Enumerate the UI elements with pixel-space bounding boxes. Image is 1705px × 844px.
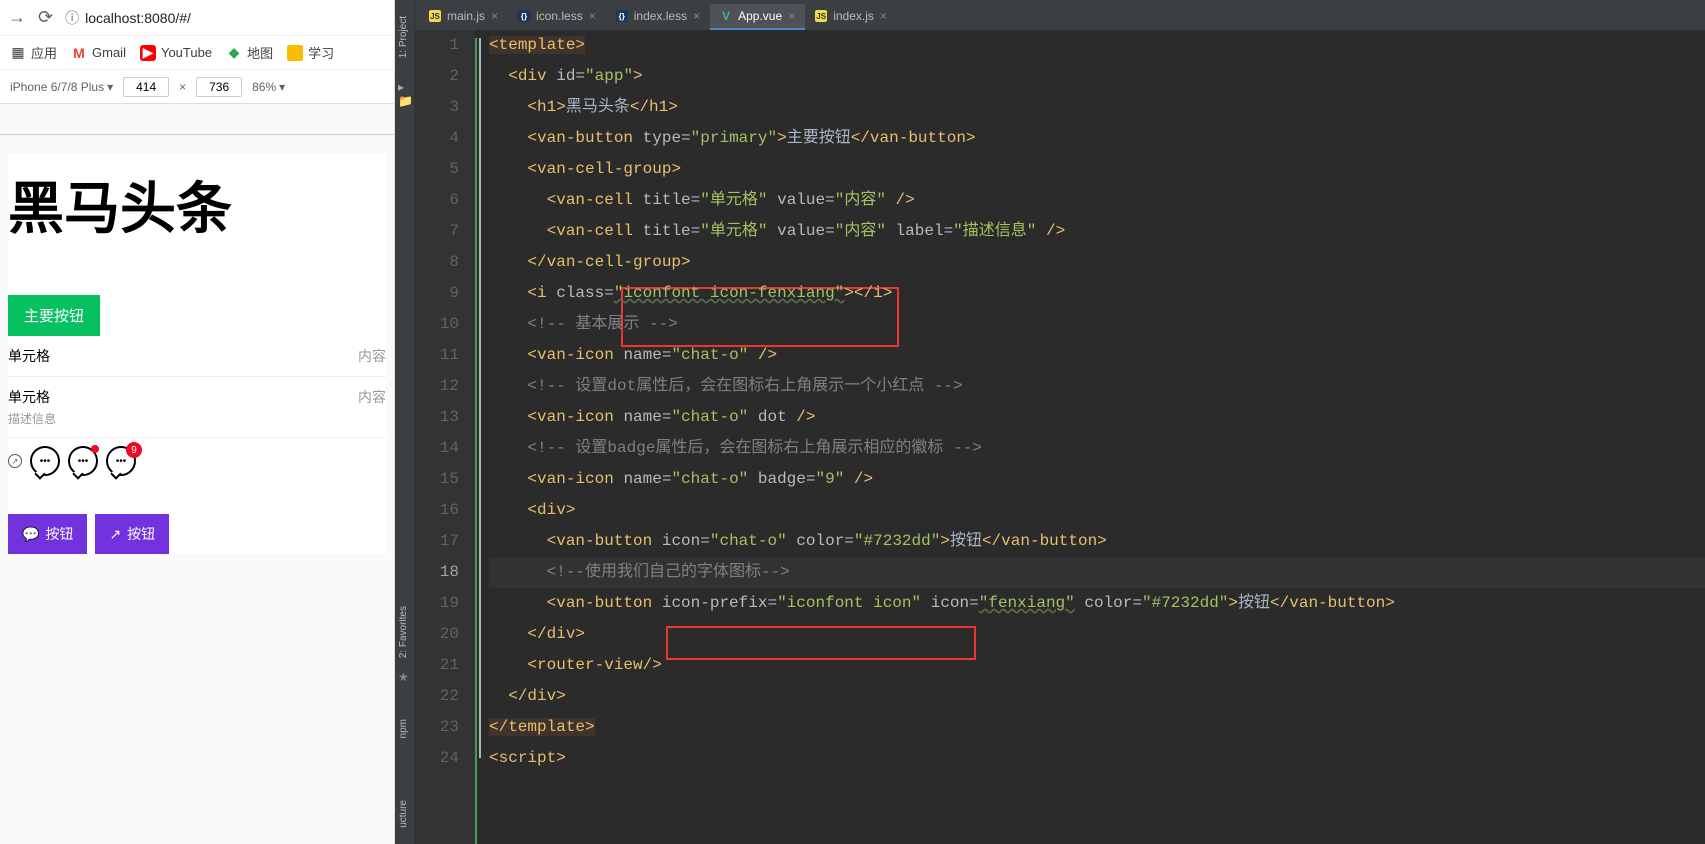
- devtools-device-bar: iPhone 6/7/8 Plus ▾ × 86% ▾: [0, 70, 394, 104]
- url-bar[interactable]: ⓘ localhost:8080/#/: [65, 8, 191, 28]
- favorites-tool[interactable]: 2: Favorites: [395, 600, 412, 664]
- folder-icon: [287, 45, 303, 61]
- forward-icon[interactable]: →: [8, 7, 26, 28]
- share-icon: ↗: [8, 454, 22, 468]
- tab-index-less[interactable]: {}index.less×: [606, 4, 710, 30]
- npm-tool[interactable]: npm: [395, 713, 412, 744]
- close-icon[interactable]: ×: [491, 9, 498, 23]
- cell-value: 内容: [358, 387, 386, 427]
- dot-badge: [91, 445, 99, 453]
- code-editor[interactable]: 1234 5678 9101112 13141516 17181920 2122…: [415, 30, 1705, 844]
- height-input[interactable]: [196, 77, 242, 97]
- width-input[interactable]: [123, 77, 169, 97]
- cell-title: 单元格: [8, 387, 56, 407]
- preview-area: 黑马头条 主要按钮 单元格 内容 单元格 描述信息 内容 ↗ ••• ••• •…: [0, 104, 394, 844]
- maps-icon: ◆: [226, 45, 242, 61]
- cell-label: 描述信息: [8, 410, 56, 427]
- reload-icon[interactable]: ⟳: [38, 7, 53, 28]
- gmail-icon: M: [71, 45, 87, 61]
- ide-tabs: JSmain.js× {}icon.less× {}index.less× VA…: [415, 0, 1705, 30]
- youtube-icon: ▶: [140, 45, 156, 61]
- ide-tool-strip: 1: Project ▸📁 2: Favorites ★ npm ucture: [395, 0, 415, 844]
- close-icon[interactable]: ×: [788, 9, 795, 23]
- icon-row: ↗ ••• ••• •••9: [8, 438, 386, 484]
- cell-title: 单元格: [8, 346, 50, 366]
- cell-2[interactable]: 单元格 描述信息 内容: [8, 377, 386, 438]
- device-select[interactable]: iPhone 6/7/8 Plus ▾: [10, 80, 113, 94]
- structure-tool[interactable]: ucture: [395, 794, 412, 834]
- chat-icon-badge: •••9: [106, 446, 136, 476]
- info-icon: ⓘ: [65, 8, 79, 28]
- chat-icon: •••: [30, 446, 60, 476]
- purple-button-chat[interactable]: 💬 按钮: [8, 514, 87, 554]
- js-icon: JS: [429, 10, 441, 22]
- primary-button[interactable]: 主要按钮: [8, 295, 100, 336]
- apps-button[interactable]: ▦ 应用: [10, 43, 57, 62]
- js-icon: JS: [815, 10, 827, 22]
- bookmarks-bar: ▦ 应用 M Gmail ▶ YouTube ◆ 地图 学习: [0, 36, 394, 70]
- tab-icon-less[interactable]: {}icon.less×: [508, 4, 606, 30]
- line-gutter: 1234 5678 9101112 13141516 17181920 2122…: [415, 30, 475, 844]
- share-icon: ↗: [109, 526, 121, 543]
- folder-icon[interactable]: ▸📁: [398, 80, 414, 108]
- bookmark-gmail[interactable]: M Gmail: [71, 45, 126, 61]
- dim-separator: ×: [179, 80, 186, 94]
- chevron-down-icon: ▾: [279, 80, 285, 94]
- ide-panel: 1: Project ▸📁 2: Favorites ★ npm ucture …: [395, 0, 1705, 844]
- browser-panel: → ⟳ ⓘ localhost:8080/#/ ▦ 应用 M Gmail ▶ Y…: [0, 0, 395, 844]
- bookmark-youtube[interactable]: ▶ YouTube: [140, 45, 212, 61]
- chat-icon-dot: •••: [68, 446, 98, 476]
- chevron-down-icon: ▾: [107, 80, 113, 94]
- close-icon[interactable]: ×: [693, 9, 700, 23]
- vue-icon: V: [720, 10, 732, 22]
- bookmark-maps[interactable]: ◆ 地图: [226, 43, 273, 62]
- tab-main-js[interactable]: JSmain.js×: [419, 4, 508, 30]
- cell-value: 内容: [358, 346, 386, 366]
- url-text: localhost:8080/#/: [85, 10, 191, 26]
- tab-app-vue[interactable]: VApp.vue×: [710, 4, 805, 30]
- less-icon: {}: [616, 10, 628, 22]
- app-title: 黑马头条: [8, 154, 386, 255]
- zoom-select[interactable]: 86% ▾: [252, 80, 285, 94]
- browser-toolbar: → ⟳ ⓘ localhost:8080/#/: [0, 0, 394, 36]
- apps-icon: ▦: [10, 45, 26, 61]
- code-lines[interactable]: <template> <div id="app"> <h1>黑马头条</h1> …: [475, 30, 1705, 844]
- close-icon[interactable]: ×: [589, 9, 596, 23]
- purple-button-share[interactable]: ↗ 按钮: [95, 514, 169, 554]
- less-icon: {}: [518, 10, 530, 22]
- app-preview: 黑马头条 主要按钮 单元格 内容 单元格 描述信息 内容 ↗ ••• ••• •…: [8, 154, 386, 554]
- tab-index-js[interactable]: JSindex.js×: [805, 4, 897, 30]
- number-badge: 9: [126, 442, 142, 458]
- star-icon: ★: [398, 670, 409, 684]
- close-icon[interactable]: ×: [880, 9, 887, 23]
- bookmark-study[interactable]: 学习: [287, 43, 334, 62]
- chat-icon: 💬: [22, 526, 39, 543]
- cell-1[interactable]: 单元格 内容: [8, 336, 386, 377]
- project-tool[interactable]: 1: Project: [395, 10, 412, 64]
- purple-buttons: 💬 按钮 ↗ 按钮: [8, 514, 386, 554]
